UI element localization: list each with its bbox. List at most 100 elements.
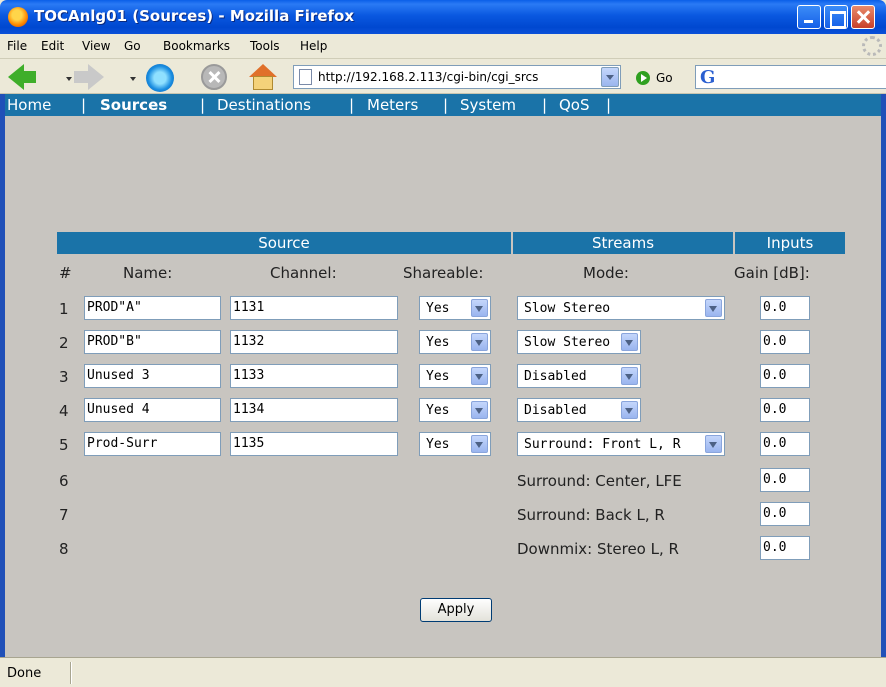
name-input[interactable]: Prod-Surr — [84, 432, 221, 456]
back-arrow-icon[interactable] — [8, 64, 36, 90]
reload-icon[interactable] — [146, 64, 174, 92]
channel-input[interactable]: 1132 — [230, 330, 398, 354]
gain-input[interactable]: 0.0 — [760, 296, 810, 320]
channel-input[interactable]: 1134 — [230, 398, 398, 422]
nav-qos[interactable]: QoS — [559, 96, 590, 114]
gain-input[interactable]: 0.0 — [760, 364, 810, 388]
apply-button[interactable]: Apply — [420, 598, 492, 622]
nav-separator: | — [443, 96, 449, 114]
mode-value: Disabled — [524, 369, 587, 384]
shareable-value: Yes — [426, 335, 450, 350]
close-button[interactable] — [851, 5, 875, 29]
nav-meters[interactable]: Meters — [367, 96, 418, 114]
mode-select[interactable]: Disabled — [517, 398, 641, 422]
forward-dropdown-icon[interactable] — [130, 77, 136, 81]
search-box[interactable]: G — [695, 65, 886, 89]
chevron-down-icon[interactable] — [621, 367, 638, 385]
gain-input[interactable]: 0.0 — [760, 536, 810, 560]
menu-bookmarks[interactable]: Bookmarks — [163, 39, 230, 53]
browser-window: TOCAnlg01 (Sources) - Mozilla Firefox Fi… — [0, 0, 886, 687]
address-bar[interactable]: http://192.168.2.113/cgi-bin/cgi_srcs — [293, 65, 621, 89]
gain-input[interactable]: 0.0 — [760, 502, 810, 526]
col-channel: Channel: — [270, 264, 337, 282]
nav-destinations[interactable]: Destinations — [217, 96, 311, 114]
maximize-button[interactable] — [824, 5, 848, 29]
mode-select[interactable]: Surround: Front L, R — [517, 432, 725, 456]
google-icon: G — [700, 67, 716, 88]
nav-home[interactable]: Home — [7, 96, 51, 114]
menu-view[interactable]: View — [82, 39, 110, 53]
chevron-down-icon[interactable] — [471, 367, 488, 385]
throbber-icon — [862, 36, 882, 56]
shareable-value: Yes — [426, 403, 450, 418]
inputs-group-header: Inputs — [735, 232, 845, 254]
status-text: Done — [7, 666, 42, 681]
channel-input[interactable]: 1135 — [230, 432, 398, 456]
mode-value: Surround: Front L, R — [524, 437, 681, 452]
shareable-select[interactable]: Yes — [419, 364, 491, 388]
col-mode: Mode: — [583, 264, 629, 282]
mode-select[interactable]: Slow Stereo — [517, 296, 725, 320]
row-number: 7 — [59, 506, 69, 524]
menu-file[interactable]: File — [7, 39, 27, 53]
back-dropdown-icon[interactable] — [66, 77, 72, 81]
chevron-down-icon[interactable] — [705, 299, 722, 317]
mode-select[interactable]: Disabled — [517, 364, 641, 388]
chevron-down-icon[interactable] — [471, 401, 488, 419]
nav-separator: | — [542, 96, 548, 114]
col-num: # — [59, 264, 72, 282]
chevron-down-icon[interactable] — [471, 435, 488, 453]
menu-help[interactable]: Help — [300, 39, 327, 53]
home-icon[interactable] — [248, 64, 278, 92]
name-input[interactable]: PROD"B" — [84, 330, 221, 354]
chevron-down-icon[interactable] — [471, 299, 488, 317]
shareable-select[interactable]: Yes — [419, 330, 491, 354]
gain-input[interactable]: 0.0 — [760, 398, 810, 422]
gain-input[interactable]: 0.0 — [760, 330, 810, 354]
row-number: 6 — [59, 472, 69, 490]
site-nav: Home | Sources | Destinations | Meters |… — [5, 94, 881, 116]
shareable-select[interactable]: Yes — [419, 432, 491, 456]
forward-arrow-icon[interactable] — [74, 64, 104, 90]
name-input[interactable]: PROD"A" — [84, 296, 221, 320]
row-number: 3 — [59, 368, 69, 386]
name-input[interactable]: Unused 4 — [84, 398, 221, 422]
channel-input[interactable]: 1131 — [230, 296, 398, 320]
menu-edit[interactable]: Edit — [41, 39, 64, 53]
nav-system[interactable]: System — [460, 96, 516, 114]
chevron-down-icon[interactable] — [471, 333, 488, 351]
title-bar: TOCAnlg01 (Sources) - Mozilla Firefox — [0, 0, 886, 34]
gain-input[interactable]: 0.0 — [760, 468, 810, 492]
url-text[interactable]: http://192.168.2.113/cgi-bin/cgi_srcs — [318, 70, 596, 84]
minimize-button[interactable] — [797, 5, 821, 29]
url-dropdown-button[interactable] — [601, 67, 619, 87]
stream-mode-text: Surround: Back L, R — [517, 506, 665, 524]
row-number: 1 — [59, 300, 69, 318]
row-number: 8 — [59, 540, 69, 558]
name-input[interactable]: Unused 3 — [84, 364, 221, 388]
status-bar: Done — [0, 657, 886, 687]
nav-sources[interactable]: Sources — [100, 96, 167, 114]
shareable-select[interactable]: Yes — [419, 296, 491, 320]
col-gain: Gain [dB]: — [734, 264, 810, 282]
menu-go[interactable]: Go — [124, 39, 141, 53]
row-number: 2 — [59, 334, 69, 352]
shareable-value: Yes — [426, 437, 450, 452]
shareable-select[interactable]: Yes — [419, 398, 491, 422]
gain-input[interactable]: 0.0 — [760, 432, 810, 456]
window-title: TOCAnlg01 (Sources) - Mozilla Firefox — [34, 7, 355, 25]
mode-select[interactable]: Slow Stereo — [517, 330, 641, 354]
menu-tools[interactable]: Tools — [250, 39, 280, 53]
chevron-down-icon[interactable] — [621, 333, 638, 351]
mode-value: Disabled — [524, 403, 587, 418]
shareable-value: Yes — [426, 369, 450, 384]
shareable-value: Yes — [426, 301, 450, 316]
page-icon — [299, 69, 312, 85]
go-icon[interactable] — [636, 71, 650, 85]
go-button[interactable]: Go — [656, 71, 673, 85]
channel-input[interactable]: 1133 — [230, 364, 398, 388]
stop-icon[interactable] — [201, 64, 227, 90]
chevron-down-icon[interactable] — [621, 401, 638, 419]
chevron-down-icon[interactable] — [705, 435, 722, 453]
streams-group-header: Streams — [513, 232, 733, 254]
